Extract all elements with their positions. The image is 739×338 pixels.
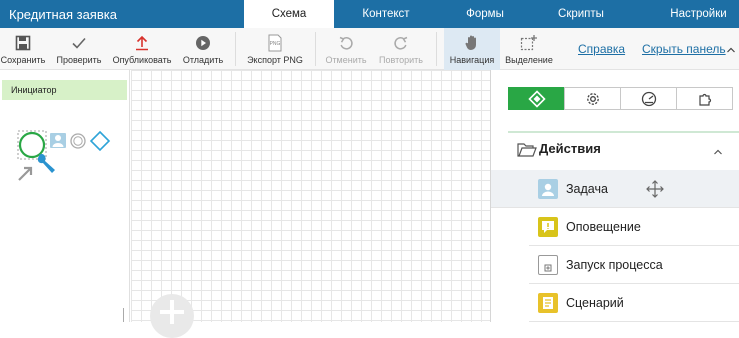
folder-open-icon — [517, 142, 537, 162]
section-divider — [508, 131, 739, 133]
tab-properties[interactable] — [564, 87, 621, 110]
user-task-icon — [538, 179, 558, 199]
scroll-tick — [123, 308, 124, 322]
add-task-icon[interactable] — [50, 133, 66, 148]
action-item-subprocess[interactable]: Запуск процесса — [529, 246, 739, 284]
selection-icon — [503, 32, 555, 54]
add-element-button[interactable] — [150, 294, 194, 338]
upload-icon — [112, 32, 172, 54]
action-item-script[interactable]: Сценарий — [529, 284, 739, 322]
connector-arrow-icon[interactable] — [18, 166, 33, 181]
top-bar: Кредитная заявка Схема Контекст Формы Ск… — [0, 0, 739, 28]
tab-scripts[interactable]: Скрипты — [532, 0, 630, 28]
left-panel: Инициатор — [0, 70, 130, 322]
play-circle-icon — [180, 32, 226, 54]
tab-context[interactable]: Контекст — [334, 0, 438, 28]
toolbar: Сохранить Проверить Опубликовать Отладит… — [0, 28, 739, 70]
add-timer-event-icon[interactable] — [70, 133, 86, 149]
hide-panel-link[interactable]: Скрыть панель — [642, 42, 726, 56]
subprocess-icon — [538, 255, 558, 275]
right-panel: Действия Задача Оповещение Запуск процес… — [490, 70, 739, 322]
png-file-icon: PNG — [244, 32, 306, 54]
debug-button[interactable]: Отладить — [180, 28, 226, 70]
check-button[interactable]: Проверить — [54, 28, 104, 70]
save-button[interactable]: Сохранить — [0, 28, 46, 70]
hand-icon — [444, 32, 500, 54]
redo-button[interactable]: Повторить — [377, 28, 425, 70]
toolbar-divider — [436, 32, 437, 66]
plus-icon — [160, 300, 184, 324]
publish-button[interactable]: Опубликовать — [112, 28, 172, 70]
lane-label[interactable]: Инициатор — [2, 80, 127, 100]
tab-dashboard[interactable] — [620, 87, 677, 110]
selection-button[interactable]: Выделение — [503, 28, 555, 70]
undo-icon — [323, 32, 369, 54]
action-item-task[interactable]: Задача — [491, 170, 739, 208]
redo-icon — [377, 32, 425, 54]
puzzle-icon — [698, 93, 711, 106]
navigation-button[interactable]: Навигация — [444, 28, 500, 70]
toolbar-divider — [315, 32, 316, 66]
chevron-up-icon[interactable] — [726, 42, 736, 60]
toolbar-divider — [235, 32, 236, 66]
tab-settings[interactable]: Настройки — [658, 0, 739, 28]
tab-schema[interactable]: Схема — [244, 0, 334, 28]
add-gateway-icon[interactable] — [89, 130, 111, 152]
diagram-canvas[interactable] — [123, 70, 490, 338]
action-item-notification[interactable]: Оповещение — [529, 208, 739, 246]
app-title: Кредитная заявка — [9, 7, 117, 22]
checkmark-icon — [54, 32, 104, 54]
start-event-circle[interactable] — [18, 131, 46, 159]
tab-elements[interactable] — [508, 87, 565, 110]
gauge-icon — [641, 91, 656, 106]
script-icon — [538, 293, 558, 313]
tab-extensions[interactable] — [676, 87, 733, 110]
tab-forms[interactable]: Формы — [438, 0, 532, 28]
gear-icon — [586, 92, 599, 105]
drag-move-icon[interactable] — [646, 180, 664, 203]
wrench-icon[interactable] — [37, 153, 55, 173]
undo-button[interactable]: Отменить — [323, 28, 369, 70]
notification-icon — [538, 217, 558, 237]
start-event-element[interactable] — [14, 128, 114, 188]
svg-text:PNG: PNG — [270, 41, 281, 47]
export-png-button[interactable]: PNG Экспорт PNG — [244, 28, 306, 70]
chevron-up-icon[interactable] — [713, 144, 723, 162]
section-title[interactable]: Действия — [539, 141, 601, 156]
floppy-icon — [0, 32, 46, 54]
help-link[interactable]: Справка — [578, 42, 625, 56]
diamond-icon — [527, 89, 546, 108]
